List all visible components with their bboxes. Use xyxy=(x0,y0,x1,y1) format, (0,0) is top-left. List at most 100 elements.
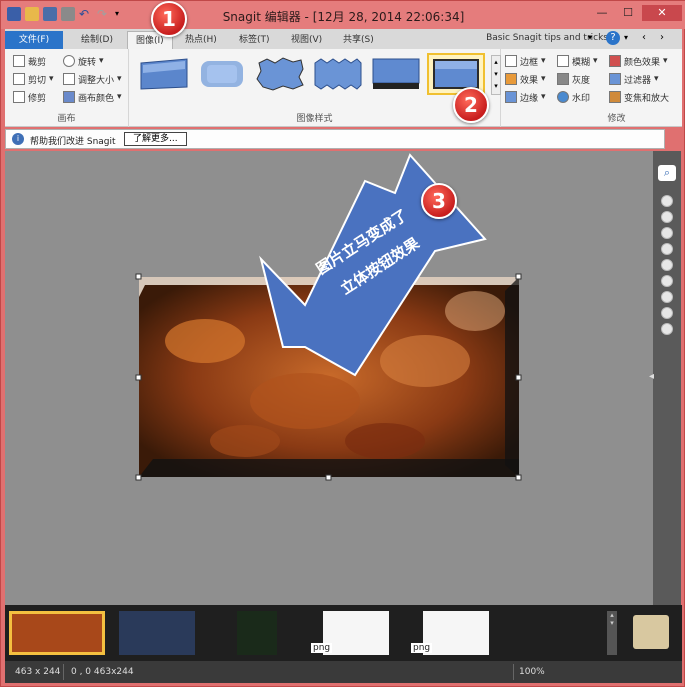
dropdown-arrow-icon[interactable]: ▾ xyxy=(588,31,602,45)
magnify-label: 变焦和放大 xyxy=(624,93,670,104)
grayscale-button[interactable]: 灰度 xyxy=(557,71,590,87)
learn-more-button[interactable]: 了解更多... xyxy=(124,132,187,146)
info-icon: i xyxy=(12,133,24,145)
ribbon-tabs: 文件(F) 绘制(D) 图像(I) 热点(H) 标签(T) 视图(V) 共享(S… xyxy=(5,29,682,49)
trim-button[interactable]: 修剪 xyxy=(13,89,46,105)
trim-label: 修剪 xyxy=(28,93,47,104)
canvas-color-button[interactable]: 画布颜色 ▾ xyxy=(63,89,122,105)
cut-out-button[interactable]: 剪切 ▾ xyxy=(13,71,54,87)
modify-group: 模糊 ▾ 颜色效果 ▾ 灰度 过滤器 ▾ 水印 变焦和放大 修改 xyxy=(551,49,682,127)
library-icon-8[interactable] xyxy=(661,307,673,319)
resize-icon xyxy=(63,73,75,85)
effects-icon xyxy=(505,73,517,85)
info-bar: i 帮助我们改进 Snagit 了解更多... xyxy=(5,129,665,149)
canvas-image xyxy=(135,153,522,481)
edges-button[interactable]: 边缘 ▾ xyxy=(505,89,546,105)
edge-buttons: 边框 ▾ 效果 ▾ 边缘 ▾ xyxy=(501,49,551,127)
status-separator xyxy=(513,664,514,680)
styles-scroll[interactable]: ▴ ▾ ▾ xyxy=(491,55,501,95)
rotate-label: 旋转 xyxy=(78,57,97,68)
border-icon xyxy=(505,55,517,67)
film-thumb-leaves xyxy=(12,614,102,652)
image-styles-label: 图像样式 xyxy=(296,114,333,124)
magnify-button[interactable]: 变焦和放大 xyxy=(609,89,669,105)
color-effects-icon xyxy=(609,55,621,67)
style-thumb-reflection[interactable] xyxy=(369,55,423,93)
tab-view[interactable]: 视图(V) xyxy=(283,31,330,49)
canvas-area[interactable]: 图片立马变成了 立体按钮效果 3 xyxy=(5,151,653,605)
watermark-label: 水印 xyxy=(572,93,591,104)
magnify-icon xyxy=(609,91,621,103)
status-zoom: 100% xyxy=(519,667,545,677)
ribbon: 裁剪 旋转 ▾ 剪切 ▾ 调整大小 ▾ 修剪 画布颜色 ▾ 画布 ▴ ▾ ▾ 图… xyxy=(5,49,682,127)
library-icon-2[interactable] xyxy=(661,211,673,223)
library-icon-5[interactable] xyxy=(661,259,673,271)
star-icon[interactable] xyxy=(661,323,673,335)
color-effects-button[interactable]: 颜色效果 ▾ xyxy=(609,53,668,69)
image-styles-group: ▴ ▾ ▾ 图像样式 xyxy=(129,49,501,127)
close-button[interactable]: ✕ xyxy=(642,5,682,21)
resize-button[interactable]: 调整大小 ▾ xyxy=(63,71,122,87)
filmstrip: png png ▴ ▾ xyxy=(5,605,682,661)
library-icon-3[interactable] xyxy=(661,227,673,239)
previous-icon[interactable]: ‹ xyxy=(642,31,656,45)
library-icon-7[interactable] xyxy=(661,291,673,303)
status-separator xyxy=(63,664,64,680)
library-icon-6[interactable] xyxy=(661,275,673,287)
effects-button[interactable]: 效果 ▾ xyxy=(505,71,546,87)
watermark-icon xyxy=(557,91,569,103)
filters-icon xyxy=(609,73,621,85)
film-thumb-4[interactable] xyxy=(323,611,389,655)
dropdown-arrow-icon[interactable]: ▾ xyxy=(624,31,638,45)
search-icon[interactable]: ⌕ xyxy=(658,165,676,181)
cut-out-label: 剪切 xyxy=(28,75,47,86)
status-size: 463 x 244 xyxy=(15,667,61,677)
film-thumb-2[interactable] xyxy=(119,611,195,655)
watermark-button[interactable]: 水印 xyxy=(557,89,590,105)
film-thumb-3[interactable] xyxy=(237,611,277,655)
rotate-icon xyxy=(63,55,75,67)
info-message: 帮助我们改进 Snagit xyxy=(30,137,116,147)
right-sidebar: ⌕ ◂ xyxy=(649,151,681,605)
trim-icon xyxy=(13,91,25,103)
canvas-color-label: 画布颜色 xyxy=(78,93,115,104)
cut-out-icon xyxy=(13,73,25,85)
filters-button[interactable]: 过滤器 ▾ xyxy=(609,71,659,87)
library-icon-1[interactable] xyxy=(661,195,673,207)
folder-icon[interactable] xyxy=(633,615,669,649)
resize-label: 调整大小 xyxy=(78,75,115,86)
tab-share[interactable]: 共享(S) xyxy=(335,31,382,49)
grayscale-label: 灰度 xyxy=(572,75,591,86)
filters-label: 过滤器 xyxy=(624,75,652,86)
style-thumb-zigzag[interactable] xyxy=(311,55,365,93)
blur-button[interactable]: 模糊 ▾ xyxy=(557,53,598,69)
step-badge-3: 3 xyxy=(421,183,457,219)
minimize-button[interactable]: — xyxy=(590,5,614,21)
next-icon[interactable]: › xyxy=(660,31,674,45)
tab-hotspot[interactable]: 热点(H) xyxy=(177,31,225,49)
blur-label: 模糊 xyxy=(572,57,591,68)
effects-label: 效果 xyxy=(520,75,539,86)
film-label-png-1: png xyxy=(311,643,333,653)
tab-draw[interactable]: 绘制(D) xyxy=(73,31,121,49)
edges-icon xyxy=(505,91,517,103)
border-label: 边框 xyxy=(520,57,539,68)
style-thumb-perspective[interactable] xyxy=(137,55,191,93)
help-icon[interactable]: ? xyxy=(606,31,620,45)
library-icon-4[interactable] xyxy=(661,243,673,255)
film-label-png-2: png xyxy=(411,643,433,653)
rotate-button[interactable]: 旋转 ▾ xyxy=(63,53,104,69)
film-thumb-selected[interactable] xyxy=(9,611,105,655)
crop-button[interactable]: 裁剪 xyxy=(13,53,46,69)
title-bar: ↶ ↷ ▾ Snagit 编辑器 - [12月 28, 2014 22:06:3… xyxy=(1,1,685,29)
border-button[interactable]: 边框 ▾ xyxy=(505,53,546,69)
tab-tags[interactable]: 标签(T) xyxy=(231,31,278,49)
style-thumb-soft-edge[interactable] xyxy=(195,55,249,93)
window-title: Snagit 编辑器 - [12月 28, 2014 22:06:34] xyxy=(222,10,465,24)
filmstrip-scroll[interactable]: ▴ ▾ xyxy=(607,611,617,655)
film-thumb-5[interactable] xyxy=(423,611,489,655)
style-thumb-torn-edge[interactable] xyxy=(253,55,307,93)
collapse-sidebar-icon[interactable]: ◂ xyxy=(649,371,654,382)
maximize-button[interactable]: ☐ xyxy=(616,5,640,21)
tab-file[interactable]: 文件(F) xyxy=(5,31,63,49)
